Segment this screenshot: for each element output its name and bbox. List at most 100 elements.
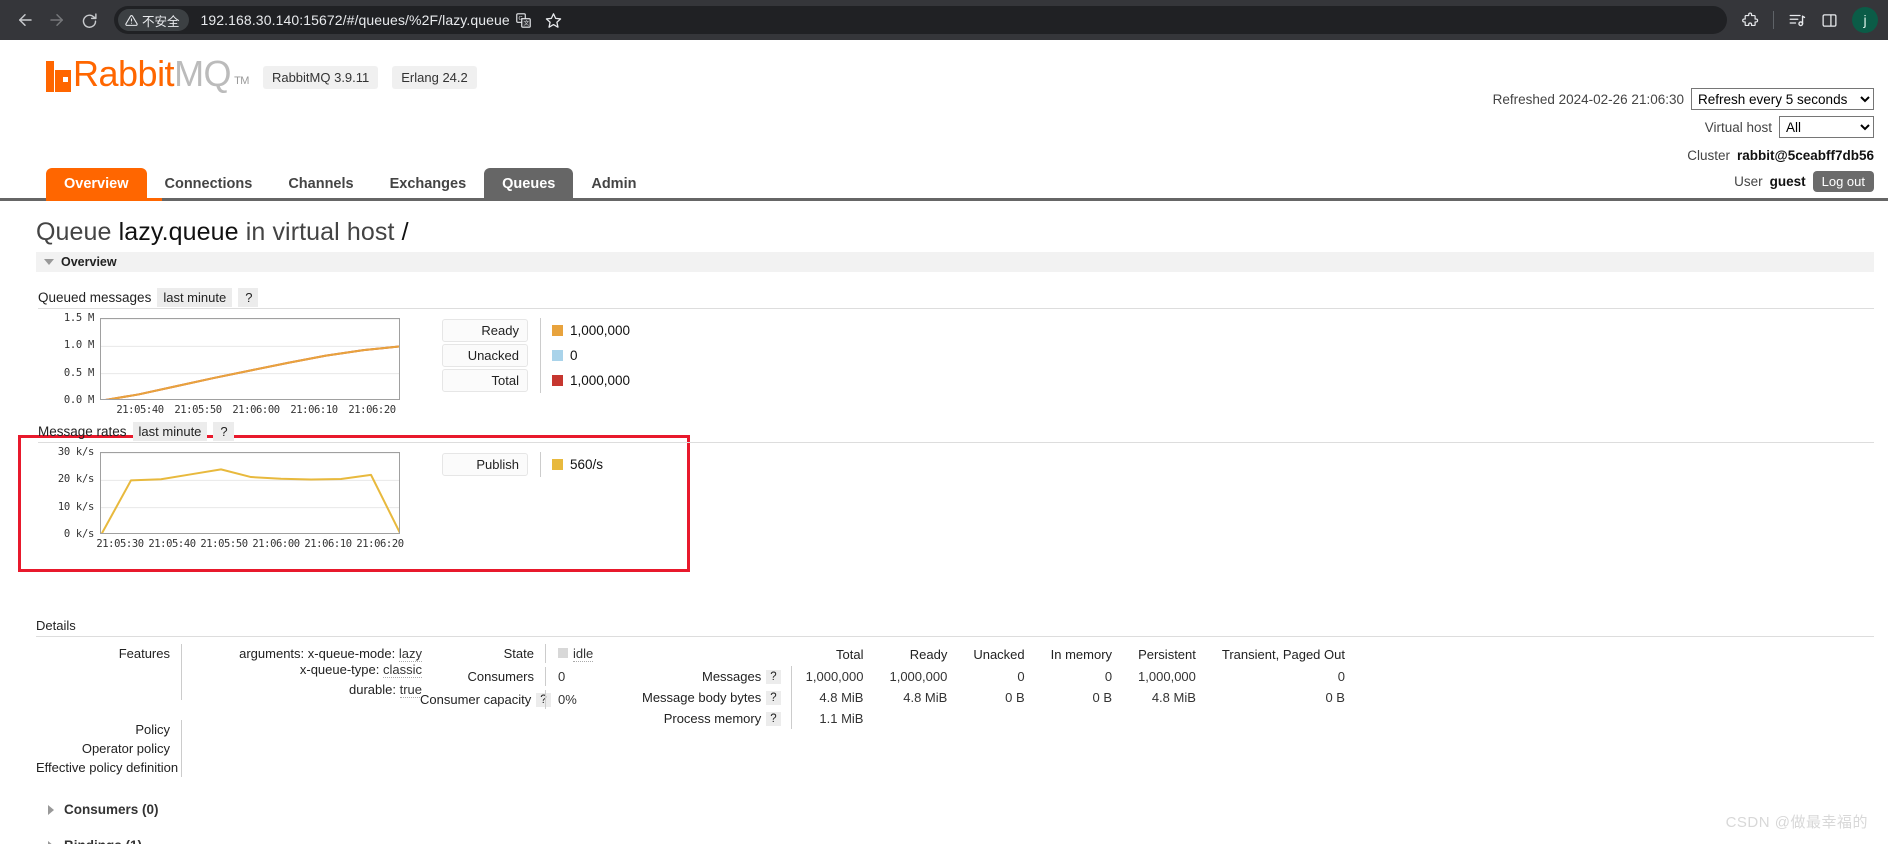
stats-col-ready: Ready [909,647,948,662]
media-playlist-icon[interactable] [1782,5,1812,35]
stats-cell [863,708,947,729]
argument-key-x-queue-mode: x-queue-mode: [307,646,396,661]
puzzle-piece-icon[interactable] [1735,5,1765,35]
features-table: Features arguments: x-queue-mode: lazy x… [36,644,436,777]
side-panel-icon[interactable] [1814,5,1844,35]
stats-row-label-message-body-bytes: Message body bytes? [642,687,792,708]
rabbitmq-version-chip: RabbitMQ 3.9.11 [262,66,379,89]
overview-collapse-bar[interactable]: Overview [36,252,1874,272]
x-tick-label: 21:05:50 [200,538,248,550]
stats-row-label-messages: Messages? [642,666,792,687]
stats-cell: 0 [1337,669,1345,684]
legend-button-unacked[interactable]: Unacked [442,344,528,367]
refreshed-label: Refreshed 2024-02-26 21:06:30 [1492,91,1684,107]
queued-messages-y-axis: 1.5 M 1.0 M 0.5 M 0.0 M [38,312,94,406]
legend-row: Unacked 0 [442,343,630,368]
queue-name: lazy.queue [118,218,239,246]
queued-messages-range-chip[interactable]: last minute [157,288,233,307]
legend-button-publish[interactable]: Publish [442,453,528,476]
legend-value-ready: 1,000,000 [570,323,631,338]
tab-admin[interactable]: Admin [573,168,654,201]
rabbitmq-logo[interactable]: Rabbit MQ TM [46,56,249,92]
refresh-interval-select[interactable]: Refresh every 5 secondsRefresh every 10 … [1691,88,1874,110]
state-table: State idle Consumers 0 Consumer capacity… [420,644,630,709]
browser-actions: j [1735,5,1878,35]
section-bindings[interactable]: Bindings (1) [48,838,142,844]
x-tick-label: 21:06:10 [290,404,338,416]
toolbar-divider [1773,11,1774,29]
legend-divider [540,318,541,343]
message-stats-table: Total Ready Unacked In memory Persistent… [642,645,1345,729]
address-bar[interactable]: 不安全 192.168.30.140:15672/#/queues/%2F/la… [114,6,1727,34]
tab-overview[interactable]: Overview [46,168,147,202]
consumers-key: Consumers [467,669,534,684]
not-secure-label: 不安全 [142,14,180,29]
rabbitmq-logo-icon [46,61,71,92]
x-tick-label: 21:05:40 [148,538,196,550]
operator-policy-row: Operator policy [36,739,436,758]
section-consumers-label: Consumers (0) [64,802,159,817]
argument-row: x-queue-type: classic [194,662,422,678]
state-row: State idle [420,644,630,663]
not-secure-badge[interactable]: 不安全 [118,9,189,31]
durable-key: durable: [348,682,396,697]
messages-help-icon[interactable]: ? [766,670,781,684]
message-rates-legend: Publish 560/s [442,452,603,477]
cluster-value: rabbit@5ceabff7db56 [1737,147,1874,163]
tab-exchanges[interactable]: Exchanges [372,168,485,201]
star-icon[interactable] [540,6,568,34]
stats-cell: 4.8 MiB [1151,690,1196,705]
back-arrow-icon[interactable] [10,5,40,35]
overview-label: Overview [61,255,117,269]
logout-button[interactable]: Log out [1812,170,1874,192]
legend-row: Total 1,000,000 [442,368,630,393]
tab-channels[interactable]: Channels [270,168,371,201]
stats-cell [947,708,1024,729]
section-consumers[interactable]: Consumers (0) [48,802,159,817]
details-rule [36,636,1874,637]
user-label: User [1734,173,1763,189]
page-title: Queue lazy.queue in virtual host / [36,218,409,247]
virtual-host-select[interactable]: All/ [1779,116,1874,138]
legend-swatch-unacked [552,350,563,361]
state-key: State [503,646,534,661]
avatar[interactable]: j [1852,7,1878,33]
argument-value-x-queue-mode: lazy [398,646,422,662]
message-rates-range-chip[interactable]: last minute [132,422,208,441]
stats-cell: 1.1 MiB [819,711,864,726]
argument-value-x-queue-type: classic [382,662,422,678]
stats-col-total: Total [836,647,864,662]
stats-label: Message body bytes [642,690,762,705]
legend-row: Ready 1,000,000 [442,318,630,343]
main-navigation: Overview Connections Channels Exchanges … [46,168,654,202]
stats-cell: 1,000,000 [1138,669,1196,684]
url-text[interactable]: 192.168.30.140:15672/#/queues/%2F/lazy.q… [201,12,510,28]
message-rates-help-icon[interactable]: ? [213,422,234,441]
tab-queues[interactable]: Queues [484,168,574,202]
process-memory-help-icon[interactable]: ? [766,712,781,726]
queued-messages-header: Queued messages last minute ? [38,288,259,307]
arguments-key: arguments: [239,646,305,661]
queued-messages-help-icon[interactable]: ? [238,288,259,307]
stats-col-persistent: Persistent [1138,647,1196,662]
series-line [101,346,400,400]
message-body-bytes-help-icon[interactable]: ? [766,691,781,705]
effective-policy-key: Effective policy definition [36,760,179,775]
y-tick-label: 0 k/s [63,528,94,540]
page-title-prefix: Queue [36,218,112,246]
y-tick-label: 20 k/s [57,473,94,486]
durable-value: true [399,682,422,698]
queued-messages-legend: Ready 1,000,000 Unacked 0 Total 1,000,00… [442,318,630,393]
reload-icon[interactable] [74,5,104,35]
tab-connections[interactable]: Connections [147,168,271,201]
durable-row: durable: true [194,682,422,698]
consumers-row: Consumers 0 [420,667,630,686]
legend-value-total: 1,000,000 [570,373,631,388]
logo-trademark: TM [234,75,249,87]
consumer-capacity-key: Consumer capacity? [420,690,551,709]
forward-arrow-icon[interactable] [42,5,72,35]
legend-button-total[interactable]: Total [442,369,528,392]
translate-icon[interactable]: G文 [510,6,538,34]
browser-toolbar: 不安全 192.168.30.140:15672/#/queues/%2F/la… [0,0,1888,40]
legend-button-ready[interactable]: Ready [442,319,528,342]
